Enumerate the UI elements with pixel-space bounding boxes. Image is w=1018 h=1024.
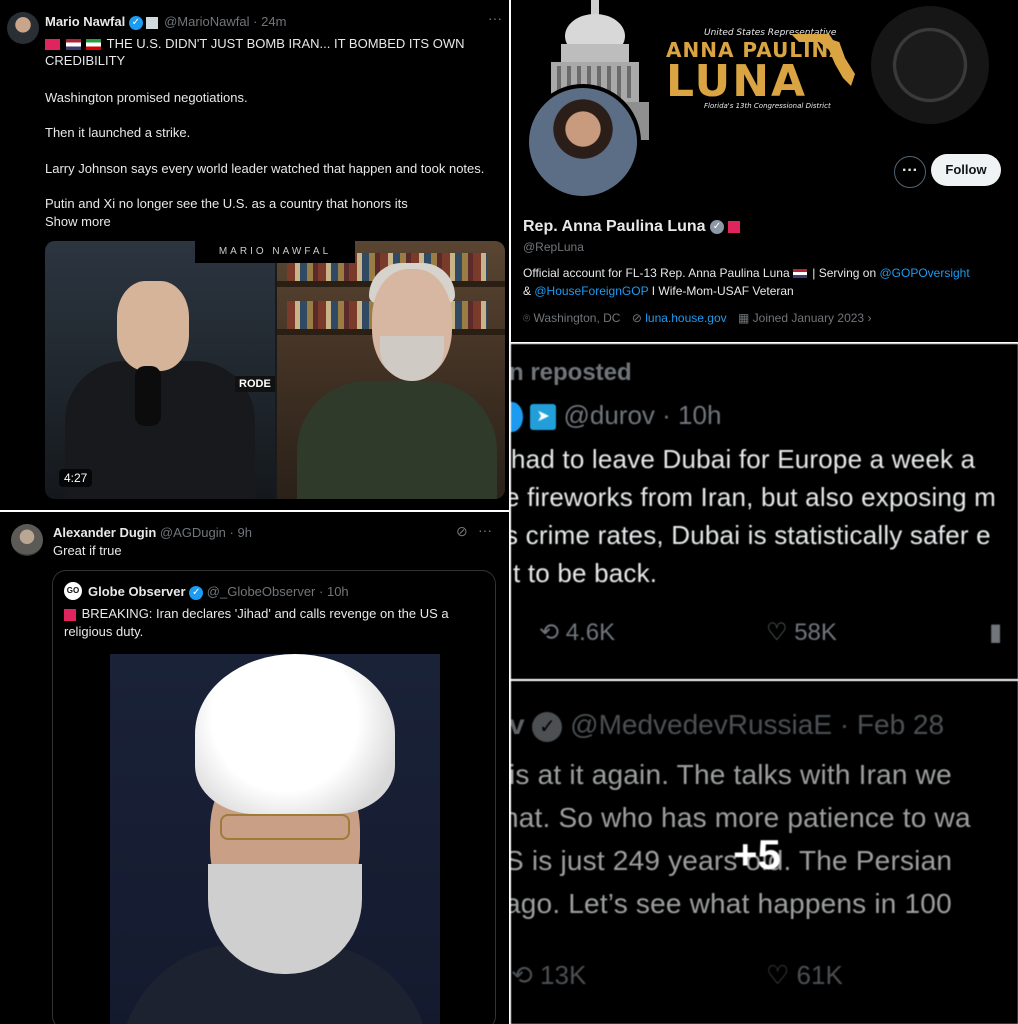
tweet-text-line: s crime rates, Dubai is statistically sa… — [511, 520, 991, 550]
heart-icon: ♡ — [766, 619, 788, 646]
chevron-right-icon[interactable]: › — [867, 311, 871, 325]
tweet-text-line: it to be back. — [511, 558, 658, 588]
more-options-icon[interactable]: ··· — [478, 522, 492, 538]
profile-bio-line: Official account for FL-13 Rep. Anna Pau… — [523, 266, 970, 280]
grok-icon[interactable]: ⊘ — [456, 523, 468, 540]
like-count: 58K — [794, 619, 837, 646]
profile-name-row: Rep. Anna Paulina Luna ✓ — [523, 218, 742, 236]
timestamp[interactable]: 9h — [237, 525, 251, 540]
florida-outline-icon — [791, 34, 855, 86]
verified-icon: ✓ — [128, 15, 143, 30]
tweet-text-line: Then it launched a strike. — [45, 125, 191, 140]
more-options-button[interactable]: ··· — [894, 156, 926, 188]
location-icon: ⌾ — [523, 311, 531, 325]
globe-observer-logo: GO — [64, 582, 82, 600]
video-left-frame: RODE — [45, 241, 275, 499]
video-right-frame — [277, 241, 505, 499]
quoted-text-line: BREAKING: Iran declares 'Jihad' and call… — [64, 606, 449, 621]
tweet-text-line: THE U.S. DIDN'T JUST BOMB IRAN... IT BOM… — [45, 36, 465, 51]
reposted-label: n reposted — [511, 359, 632, 386]
mention-link[interactable]: @HouseForeignGOP — [534, 284, 648, 298]
telegram-icon: ➤ — [530, 404, 557, 431]
timestamp[interactable]: 10h — [678, 400, 721, 430]
quoted-author-handle: @_GlobeObserver — [206, 584, 316, 599]
avatar[interactable] — [11, 524, 43, 556]
tweet-header: ➤ @durov · 10h — [511, 400, 721, 433]
congressional-seal-icon — [871, 6, 989, 124]
profile-anna-paulina-luna: United States Representative ANNA PAULIN… — [511, 0, 1018, 342]
author-handle[interactable]: @durov — [563, 400, 654, 430]
glasses-image — [220, 814, 350, 840]
tweet-text-line: e fireworks from Iran, but also exposing… — [511, 482, 997, 512]
profile-name: Rep. Anna Paulina Luna — [523, 218, 706, 235]
tweet-header: Alexander Dugin @AGDugin · 9h — [53, 525, 252, 540]
views-icon[interactable]: ▮ — [989, 618, 1002, 647]
like-button[interactable]: ♡ 58K — [766, 618, 837, 647]
tweet-text-line: Washington promised negotiations. — [45, 90, 248, 105]
follow-button[interactable]: Follow — [931, 154, 1001, 186]
profile-handle: @RepLuna — [523, 240, 584, 254]
calendar-icon: ▦ — [737, 311, 750, 325]
author-name[interactable]: Mario Nawfal — [45, 14, 125, 29]
tweet-durov-zoomed: n reposted ➤ @durov · 10h had to leave D… — [511, 344, 1018, 679]
author-handle[interactable]: @AGDugin — [160, 525, 226, 540]
profile-joined: Joined January 2023 — [752, 311, 865, 325]
tweet-text-line: CREDIBILITY — [45, 53, 126, 68]
more-images-count[interactable]: +5 — [733, 831, 781, 879]
retweet-icon: ⟲ — [539, 619, 560, 646]
tweet-text-line: Larry Johnson says every world leader wa… — [45, 161, 485, 176]
profile-location: Washington, DC — [533, 311, 621, 325]
video-brand-label: MARIO NAWFAL — [195, 241, 355, 263]
tweet-text-line: Putin and Xi no longer see the U.S. as a… — [45, 196, 408, 211]
verified-icon: ✓ — [189, 585, 204, 600]
show-more-link[interactable]: Show more — [45, 214, 111, 229]
tweet-header: Mario Nawfal ✓ @MarioNawfal · 24m — [45, 14, 287, 30]
quoted-photo[interactable] — [110, 654, 440, 1024]
quoted-header: Globe Observer ✓ @_GlobeObserver · 10h — [88, 584, 349, 600]
profile-avatar[interactable] — [525, 84, 641, 200]
verified-icon: ✓ — [710, 219, 724, 234]
video-duration: 4:27 — [59, 469, 93, 487]
verified-icon — [511, 402, 523, 433]
tweet-text: Great if true — [53, 543, 122, 558]
retweet-button[interactable]: ⟲ 4.6K — [539, 618, 615, 647]
tweet-mario-nawfal: Mario Nawfal ✓ @MarioNawfal · 24m ··· TH… — [0, 0, 509, 510]
siren-icon — [64, 608, 76, 621]
author-handle[interactable]: @MarioNawfal — [164, 14, 249, 29]
quoted-author-name: Globe Observer — [88, 584, 186, 599]
iran-flag-icon — [86, 39, 102, 51]
video-player[interactable]: RODE MARIO NAWFAL 4:27 — [45, 241, 505, 499]
tweet-text-line: had to leave Dubai for Europe a week a — [511, 444, 976, 474]
more-options-icon[interactable]: ··· — [488, 10, 502, 26]
mention-link[interactable]: @GOPOversight — [879, 266, 969, 280]
quoted-text-line: religious duty. — [64, 624, 144, 639]
avatar[interactable] — [7, 12, 39, 44]
profile-bio-line: & @HouseForeignGOP I Wife-Mom-USAF Veter… — [523, 284, 794, 298]
profile-meta-row: ⌾ Washington, DC ⊘ luna.house.gov ▦ Join… — [523, 311, 871, 326]
timestamp[interactable]: 24m — [261, 14, 286, 29]
quoted-tweet[interactable]: GO Globe Observer ✓ @_GlobeObserver · 10… — [52, 570, 496, 1024]
retweet-count: 4.6K — [565, 619, 616, 646]
link-icon: ⊘ — [631, 311, 642, 325]
profile-website-link[interactable]: luna.house.gov — [645, 311, 726, 325]
affiliate-badge-icon — [728, 220, 741, 233]
author-name[interactable]: Alexander Dugin — [53, 525, 156, 540]
tweet-medvedev-zoomed[interactable]: v ✓ @MedvedevRussiaE · Feb 28 is at it a… — [511, 681, 1018, 1024]
siren-icon — [45, 39, 60, 51]
microphone-icon — [135, 366, 161, 426]
tweet-alexander-dugin: Alexander Dugin @AGDugin · 9h ⊘ ··· Grea… — [0, 512, 509, 1024]
turban-image — [195, 654, 395, 814]
quoted-timestamp: 10h — [326, 584, 349, 599]
affiliate-icon — [146, 16, 159, 29]
us-flag-icon — [65, 39, 81, 51]
mic-brand-label: RODE — [235, 376, 275, 392]
us-flag-icon — [792, 269, 807, 279]
